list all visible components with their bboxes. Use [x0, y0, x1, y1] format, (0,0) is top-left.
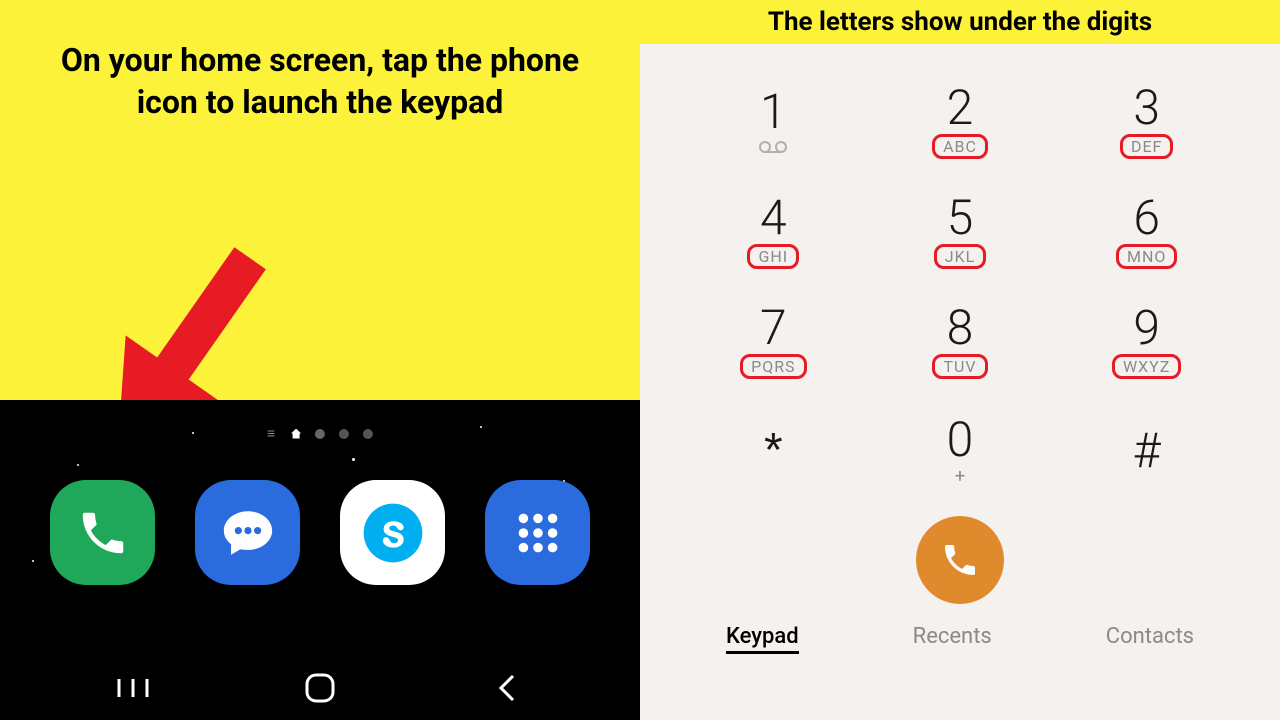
digit-star: *: [764, 427, 783, 475]
digit-1: 1: [760, 88, 787, 136]
digit-5: 5: [947, 194, 974, 242]
letters-box-9: WXYZ: [1112, 354, 1181, 379]
letters-box-8: TUV: [932, 354, 987, 379]
key-star[interactable]: *: [680, 396, 867, 506]
key-6[interactable]: 6 MNO: [1053, 176, 1240, 286]
nav-back-button[interactable]: [477, 668, 537, 708]
call-button[interactable]: [916, 516, 1004, 604]
dialer-tabs: Keypad Recents Contacts: [680, 620, 1240, 672]
left-panel: On your home screen, tap the phone icon …: [0, 0, 640, 720]
call-button-row: [680, 506, 1240, 620]
letters-box-5: JKL: [934, 244, 986, 269]
left-caption-area: On your home screen, tap the phone icon …: [0, 0, 640, 400]
page-dot-home-icon: [291, 429, 301, 439]
letters-box-4: GHI: [747, 244, 799, 269]
page-dot-2: [315, 429, 325, 439]
skype-app-icon[interactable]: [340, 480, 445, 585]
key-8[interactable]: 8 TUV: [867, 286, 1054, 396]
letters-9: WXYZ: [1123, 357, 1170, 376]
page-dot-3: [339, 429, 349, 439]
plus-sign: +: [955, 466, 965, 487]
key-hash[interactable]: #: [1053, 396, 1240, 506]
apps-drawer-icon[interactable]: [485, 480, 590, 585]
phone-app-icon[interactable]: [50, 480, 155, 585]
key-5[interactable]: 5 JKL: [867, 176, 1054, 286]
voicemail-icon: [759, 140, 787, 154]
tab-recents[interactable]: Recents: [913, 624, 992, 654]
letters-3: DEF: [1131, 137, 1162, 156]
digit-2: 2: [947, 84, 974, 132]
digit-9: 9: [1133, 304, 1160, 352]
key-3[interactable]: 3 DEF: [1053, 66, 1240, 176]
letters-2: ABC: [943, 137, 977, 156]
letters-8: TUV: [943, 357, 976, 376]
key-4[interactable]: 4 GHI: [680, 176, 867, 286]
letters-6: MNO: [1127, 247, 1166, 266]
dock-row: [0, 480, 640, 585]
letters-4: GHI: [758, 247, 788, 266]
letters-5: JKL: [945, 247, 975, 266]
tab-contacts[interactable]: Contacts: [1106, 624, 1194, 654]
digit-7: 7: [760, 304, 787, 352]
page-dot-menu: ≡: [267, 425, 277, 442]
letters-box-7: PQRS: [740, 354, 806, 379]
letters-box-3: DEF: [1120, 134, 1173, 159]
keypad-grid: 1 2 ABC 3 DEF 4 GHI 5 JKL: [680, 66, 1240, 506]
letters-7: PQRS: [751, 357, 795, 376]
nav-home-button[interactable]: [290, 668, 350, 708]
home-screen-dock: ≡: [0, 400, 640, 720]
dialer-keypad: 1 2 ABC 3 DEF 4 GHI 5 JKL: [640, 44, 1280, 720]
key-9[interactable]: 9 WXYZ: [1053, 286, 1240, 396]
digit-8: 8: [947, 304, 974, 352]
page-indicators: ≡: [267, 425, 373, 442]
digit-6: 6: [1133, 194, 1160, 242]
digit-hash: #: [1133, 427, 1161, 475]
right-caption-area: The letters show under the digits: [640, 0, 1280, 44]
page-dot-4: [363, 429, 373, 439]
key-7[interactable]: 7 PQRS: [680, 286, 867, 396]
digit-3: 3: [1133, 84, 1160, 132]
nav-recents-button[interactable]: [103, 668, 163, 708]
android-nav-bar: [0, 664, 640, 708]
left-caption-text: On your home screen, tap the phone icon …: [30, 40, 610, 123]
digit-0: 0: [947, 416, 974, 464]
key-0[interactable]: 0 +: [867, 396, 1054, 506]
messages-app-icon[interactable]: [195, 480, 300, 585]
right-panel: The letters show under the digits 1 2 AB…: [640, 0, 1280, 720]
key-2[interactable]: 2 ABC: [867, 66, 1054, 176]
letters-box-6: MNO: [1116, 244, 1177, 269]
tab-keypad[interactable]: Keypad: [726, 624, 799, 654]
letters-box-2: ABC: [932, 134, 988, 159]
key-1[interactable]: 1: [680, 66, 867, 176]
right-caption-text: The letters show under the digits: [768, 7, 1152, 37]
digit-4: 4: [760, 194, 787, 242]
